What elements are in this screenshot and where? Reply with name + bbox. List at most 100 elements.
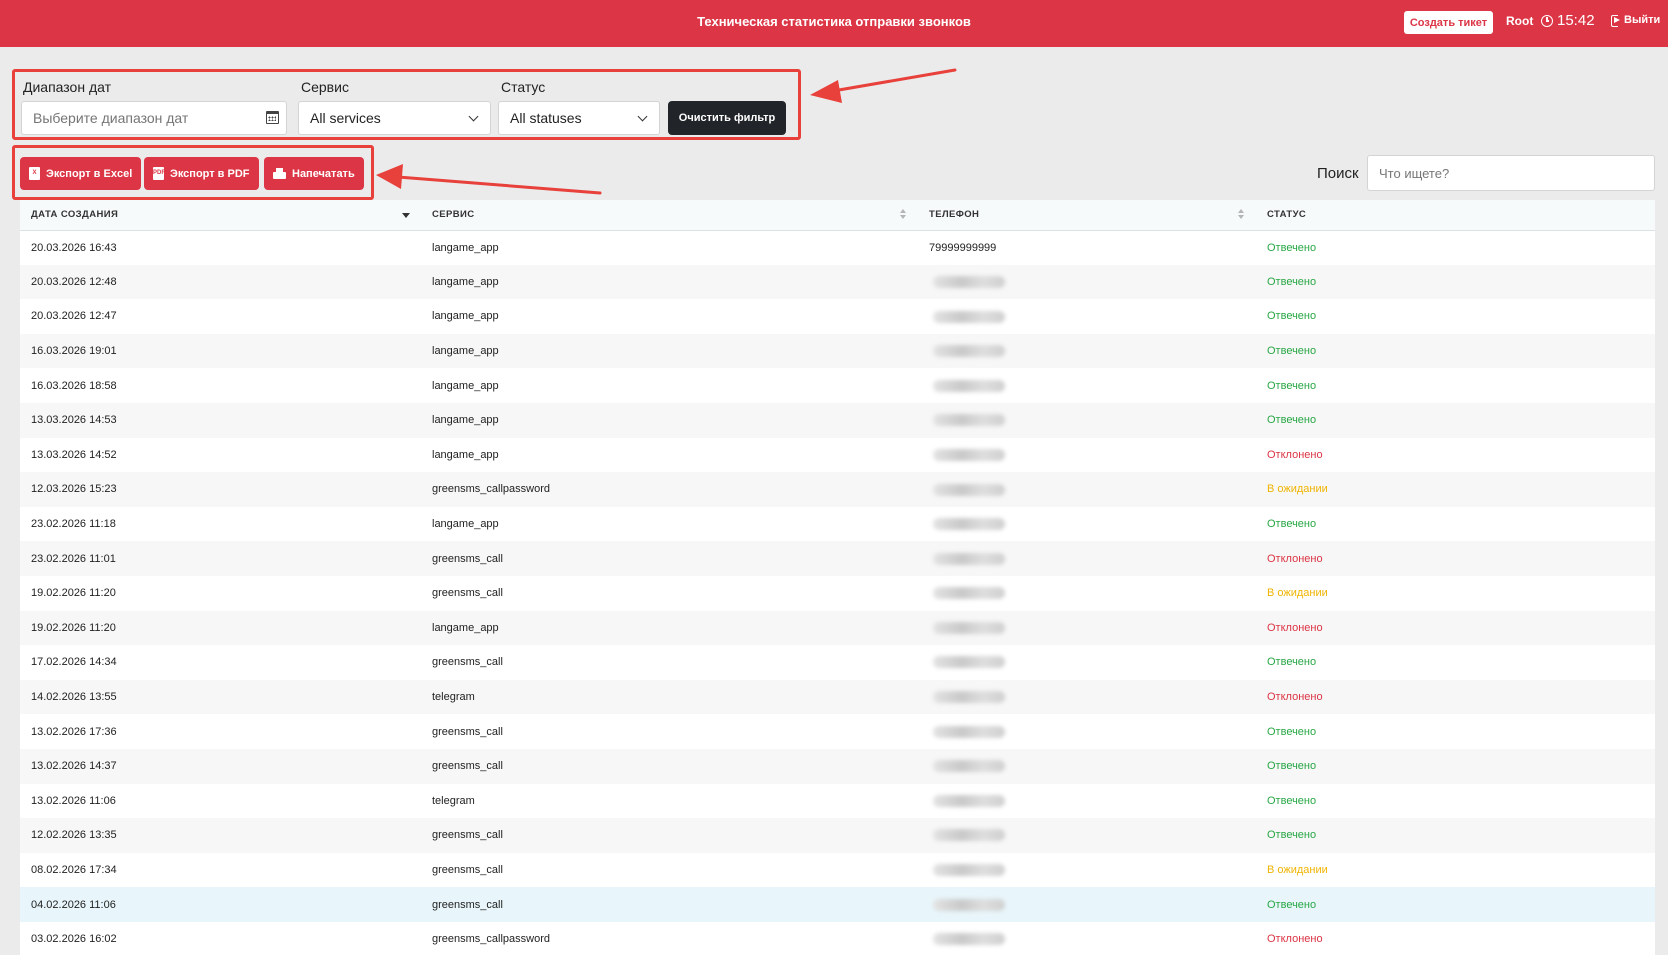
table-row[interactable]: 12.02.2026 13:35 greensms_call Отвечено [20,818,1655,853]
redacted-phone [933,552,1005,565]
cell-status: Отвечено [1267,794,1317,807]
cell-status: Отклонено [1267,448,1323,461]
table-row[interactable]: 20.03.2026 16:43 langame_app 79999999999 От… [20,230,1655,265]
sort-icon [1238,209,1244,221]
arrow-to-export [396,175,602,195]
table-row[interactable]: 03.02.2026 16:02 greensms_callpassword Отк… [20,921,1655,955]
column-header-phone[interactable]: ТЕЛЕФОН [918,200,1256,230]
column-header-date[interactable]: ДАТА СОЗДАНИЯ [20,200,421,230]
table-row[interactable]: 13.02.2026 11:06 telegram Отвечено [20,783,1655,819]
column-header-status[interactable]: СТАТУС [1256,200,1655,230]
table-row[interactable]: 13.03.2026 14:53 langame_app Отвечено [20,402,1655,438]
cell-phone [918,818,1256,853]
cell-date: 23.02.2026 11:01 [31,552,116,565]
redacted-phone [933,483,1005,496]
service-select-value[interactable]: All services [298,101,491,135]
table-header-row: ДАТА СОЗДАНИЯ СЕРВИС ТЕЛЕФОН СТАТУС [20,200,1655,230]
cell-service: langame_app [432,621,499,634]
status-select[interactable]: All statuses [498,101,660,135]
table-row[interactable]: 17.02.2026 14:34 greensms_call Отвечено [20,645,1655,680]
export-pdf-button[interactable]: PDF Экспорт в PDF [144,157,259,190]
cell-status: В ожидании [1267,483,1328,496]
redacted-phone [933,414,1005,427]
cell-date: 12.02.2026 13:35 [31,829,117,842]
cell-phone [918,541,1256,576]
table-row[interactable]: 23.02.2026 11:01 greensms_call Отклонено [20,541,1655,576]
print-button[interactable]: Напечатать [264,157,364,190]
table-row[interactable]: 16.03.2026 19:01 langame_app Отвечено [20,333,1655,369]
cell-service: greensms_call [432,863,503,876]
table-row[interactable]: 12.03.2026 15:23 greensms_callpassword В о… [20,472,1655,507]
table-row[interactable]: 13.03.2026 14:52 langame_app Отклонено [20,437,1655,473]
cell-service: greensms_call [432,725,503,738]
cell-status: Отвечено [1267,345,1317,358]
cell-phone [918,680,1256,715]
table-row[interactable]: 16.03.2026 18:58 langame_app Отвечено [20,368,1655,403]
cell-date: 17.02.2026 14:34 [31,656,117,669]
redacted-phone [933,760,1005,773]
cell-status: Отвечено [1267,414,1317,427]
user-name[interactable]: Root [1506,14,1533,28]
redacted-phone [933,829,1005,842]
cell-status: Отвечено [1267,275,1317,288]
redacted-phone [933,933,1005,946]
table-row[interactable]: 20.03.2026 12:47 langame_app Отвечено [20,299,1655,334]
export-excel-button[interactable]: X Экспорт в Excel [20,157,142,190]
create-ticket-button[interactable]: Создать тикет [1404,11,1493,34]
cell-date: 13.03.2026 14:52 [31,448,117,461]
table-row[interactable]: 23.02.2026 11:18 langame_app Отвечено [20,506,1655,542]
table-row[interactable]: 14.02.2026 13:55 telegram Отклонено [20,679,1655,715]
cell-service: telegram [432,691,475,704]
cell-status: Отвечено [1267,241,1317,254]
cell-service: langame_app [432,310,499,323]
redacted-phone [933,621,1005,634]
cell-phone: 79999999999 [929,241,997,254]
redacted-phone [933,518,1005,531]
table-row[interactable]: 04.02.2026 11:06 greensms_call Отвечено [20,887,1655,922]
search-input[interactable] [1367,155,1655,191]
cell-date: 20.03.2026 12:48 [31,275,117,288]
redacted-phone [933,656,1005,669]
cell-phone [918,714,1256,749]
calendar-icon[interactable] [266,111,279,124]
table-row[interactable]: 19.02.2026 11:20 langame_app Отклонено [20,610,1655,646]
cell-service: greensms_call [432,587,503,600]
export-pdf-label: Экспорт в PDF [170,167,250,180]
status-select-value[interactable]: All statuses [498,101,660,135]
calls-table: ДАТА СОЗДАНИЯ СЕРВИС ТЕЛЕФОН СТАТУС 20.0… [20,200,1655,955]
logout-label: Выйти [1624,14,1661,26]
top-bar: Техническая статистика отправки звонков … [0,0,1668,47]
cell-service: langame_app [432,414,499,427]
cell-service: greensms_call [432,552,503,565]
column-header-service[interactable]: СЕРВИС [421,200,918,230]
clear-filter-button[interactable]: Очистить фильтр [668,101,786,135]
table-row[interactable]: 08.02.2026 17:34 greensms_call В ожидании [20,852,1655,888]
cell-phone [918,403,1256,438]
table-row[interactable]: 13.02.2026 14:37 greensms_call Отвечено [20,748,1655,784]
clock: 15:42 [1541,12,1595,29]
cell-date: 13.03.2026 14:53 [31,414,117,427]
cell-date: 14.02.2026 13:55 [31,691,117,704]
arrow-head-icon [376,164,403,189]
arrow-head-icon [810,80,842,103]
cell-date: 16.03.2026 18:58 [31,379,117,392]
pdf-file-icon: PDF [153,167,165,180]
cell-service: greensms_call [432,829,503,842]
logout-button[interactable]: Выйти [1611,14,1661,27]
redacted-phone [933,345,1005,358]
cell-date: 20.03.2026 16:43 [31,241,117,254]
date-range-input[interactable] [21,101,287,135]
export-excel-label: Экспорт в Excel [46,167,133,180]
sort-desc-icon [402,209,410,221]
table-row[interactable]: 13.02.2026 17:36 greensms_call Отвечено [20,714,1655,749]
cell-service: langame_app [432,379,499,392]
cell-phone [918,853,1256,888]
table-row[interactable]: 19.02.2026 11:20 greensms_call В ожидании [20,575,1655,611]
cell-phone [918,749,1256,784]
cell-date: 12.03.2026 15:23 [31,483,117,496]
cell-service: greensms_callpassword [432,483,550,496]
cell-date: 13.02.2026 17:36 [31,725,117,738]
service-select[interactable]: All services [298,101,491,135]
print-label: Напечатать [292,167,355,180]
table-row[interactable]: 20.03.2026 12:48 langame_app Отвечено [20,264,1655,300]
